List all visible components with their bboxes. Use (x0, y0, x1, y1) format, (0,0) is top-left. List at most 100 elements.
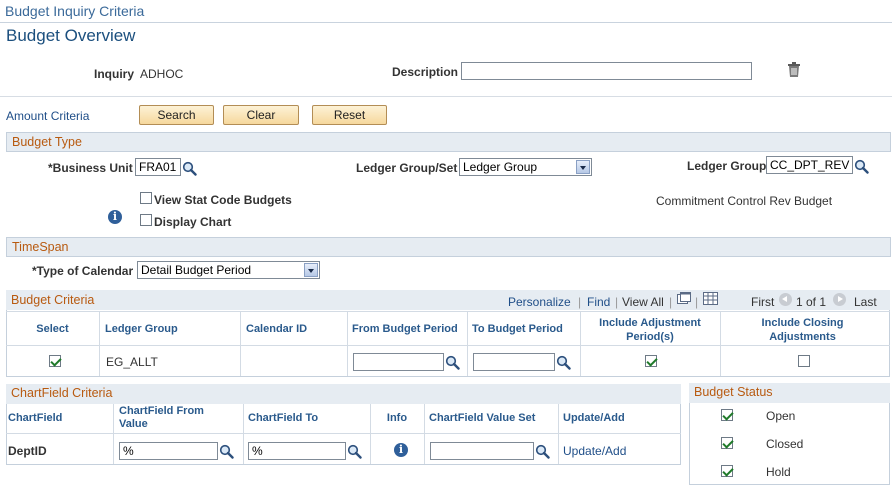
business-unit-lookup-icon[interactable] (182, 161, 197, 176)
description-label: Description (392, 65, 459, 79)
column-header-calendar-id: Calendar ID (246, 323, 308, 335)
previous-row-icon[interactable] (779, 293, 792, 306)
header-divider (0, 96, 892, 97)
status-hold-checkbox[interactable] (721, 465, 733, 477)
budget-status-section-header: Budget Status (689, 383, 890, 403)
column-divider (467, 311, 468, 376)
ledger-group-set-value: Ledger Group (463, 160, 538, 174)
search-button[interactable]: Search (139, 105, 214, 125)
page-title: Budget Overview (6, 26, 136, 45)
clear-button[interactable]: Clear (223, 105, 299, 125)
pager-separator: | (615, 295, 619, 309)
column-divider (580, 311, 581, 376)
inquiry-label: Inquiry (94, 67, 135, 81)
column-divider (99, 311, 100, 376)
timespan-section-header: TimeSpan (6, 237, 891, 257)
status-open-label: Open (766, 409, 796, 423)
column-header-to-period: To Budget Period (472, 323, 563, 335)
include-adjustment-checkbox[interactable] (645, 355, 657, 367)
row-range: 1 of 1 (796, 295, 827, 309)
column-header-ledger-group: Ledger Group (105, 323, 178, 335)
chartfield-info-icon[interactable]: i (394, 443, 408, 457)
business-unit-field[interactable]: FRA01 (135, 158, 181, 176)
pager-separator: | (578, 295, 582, 309)
type-of-calendar-select[interactable]: Detail Budget Period (137, 261, 320, 279)
update-add-link[interactable]: Update/Add (563, 444, 626, 458)
info-icon[interactable]: i (108, 210, 122, 224)
row-chartfield: DeptID (8, 444, 47, 458)
inquiry-value: ADHOC (140, 67, 184, 81)
display-chart-checkbox[interactable] (140, 214, 152, 226)
from-budget-period-field[interactable] (353, 353, 444, 371)
column-header-from-value: ChartField From Value (119, 405, 204, 430)
view-stat-label: View Stat Code Budgets (154, 193, 292, 207)
chartfield-to-lookup-icon[interactable] (347, 444, 362, 459)
row-select-checkbox[interactable] (49, 355, 61, 367)
grid-download-icon[interactable] (703, 292, 718, 308)
type-of-calendar-label: *Type of Calendar (32, 264, 134, 278)
grid-header-divider (6, 433, 681, 434)
column-header-from-period: From Budget Period (352, 323, 458, 335)
find-link[interactable]: Find (587, 295, 610, 309)
from-period-lookup-icon[interactable] (445, 355, 460, 370)
column-header-value-set: ChartField Value Set (429, 412, 536, 424)
new-window-icon[interactable] (677, 292, 691, 308)
business-unit-label: *Business Unit (48, 161, 133, 175)
ledger-group-set-label: Ledger Group/Set (356, 161, 458, 175)
chartfield-from-value-field[interactable]: % (119, 442, 218, 460)
column-divider (240, 311, 241, 376)
column-header-update-add: Update/Add (563, 412, 625, 424)
ledger-group-set-select[interactable]: Ledger Group (459, 158, 592, 176)
include-closing-checkbox[interactable] (798, 355, 810, 367)
from-value-lookup-icon[interactable] (219, 444, 234, 459)
description-field[interactable] (461, 62, 752, 80)
column-header-include-closing: Include Closing Adjustments (761, 317, 844, 343)
chartfield-to-field[interactable]: % (248, 442, 346, 460)
trash-icon[interactable] (787, 62, 801, 81)
breadcrumb: Budget Inquiry Criteria (5, 3, 145, 19)
status-closed-label: Closed (766, 437, 804, 451)
column-divider (424, 404, 425, 464)
status-closed-checkbox[interactable] (721, 437, 733, 449)
to-period-lookup-icon[interactable] (556, 355, 571, 370)
ledger-group-description: Commitment Control Rev Budget (656, 194, 833, 208)
grid-header-divider (6, 345, 890, 346)
column-header-chartfield: ChartField (8, 412, 63, 424)
chartfield-criteria-section-header: ChartField Criteria (6, 384, 681, 404)
view-all-link[interactable]: View All (622, 295, 664, 309)
ledger-group-field[interactable]: CC_DPT_REV (766, 156, 853, 174)
chartfield-value-set-field[interactable] (430, 442, 534, 460)
ledger-group-label: Ledger Group (687, 159, 767, 173)
personalize-link[interactable]: Personalize (508, 295, 571, 309)
column-header-include-adjustment: Include Adjustment Period(s) (599, 317, 701, 343)
type-of-calendar-value: Detail Budget Period (141, 263, 252, 277)
first-label[interactable]: First (751, 295, 774, 309)
next-row-icon[interactable] (833, 293, 846, 306)
column-divider (243, 404, 244, 464)
status-hold-label: Hold (766, 465, 791, 479)
chevron-down-icon (304, 263, 318, 277)
ledger-group-lookup-icon[interactable] (854, 159, 869, 174)
column-header-select: Select (36, 323, 69, 335)
column-divider (113, 404, 114, 464)
view-stat-checkbox[interactable] (140, 192, 152, 204)
column-divider (558, 404, 559, 464)
value-set-lookup-icon[interactable] (535, 444, 550, 459)
amount-criteria-link[interactable]: Amount Criteria (6, 109, 89, 123)
display-chart-label: Display Chart (154, 215, 232, 229)
grid-title-divider (6, 311, 890, 312)
status-open-checkbox[interactable] (721, 409, 733, 421)
reset-button[interactable]: Reset (312, 105, 387, 125)
last-label[interactable]: Last (854, 295, 877, 309)
column-header-chartfield-to: ChartField To (248, 412, 319, 424)
breadcrumb-divider (0, 22, 892, 23)
to-budget-period-field[interactable] (473, 353, 555, 371)
chevron-down-icon (576, 160, 590, 174)
pager-separator: | (669, 295, 673, 309)
column-header-info: Info (386, 412, 408, 424)
column-divider (720, 311, 721, 376)
column-divider (347, 311, 348, 376)
row-ledger-group: EG_ALLT (106, 355, 158, 369)
pager-separator: | (695, 295, 699, 309)
budget-type-section-header: Budget Type (6, 132, 891, 152)
